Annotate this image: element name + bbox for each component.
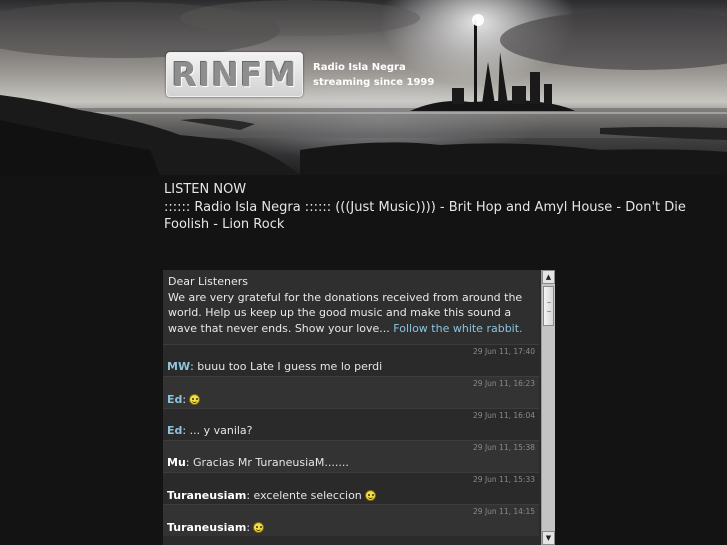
message-time: 29 Jun 11, 14:15: [473, 507, 535, 516]
message-time: 29 Jun 11, 15:33: [473, 475, 535, 484]
shoutbox-content: Dear Listeners We are very grateful for …: [163, 270, 539, 536]
message-text: Gracias Mr TuraneusiaM.......: [189, 456, 349, 469]
header-banner: RINFM Radio Isla Negra streaming since 1…: [0, 0, 727, 175]
message-author: Turaneusiam: [167, 489, 247, 502]
notice-greeting: Dear Listeners: [168, 275, 248, 288]
shoutbox-scrollbar[interactable]: ▲ ▼: [541, 270, 555, 545]
smiley-icon: [189, 394, 201, 405]
listen-now-heading[interactable]: LISTEN NOW: [164, 181, 694, 199]
message-item: 29 Jun 11, 17:40 MW: buuu too Late I gue…: [163, 344, 539, 376]
message-line: Turaneusiam:: [167, 520, 265, 534]
message-text: ... y vanila?: [186, 424, 253, 437]
message-author: Mu: [167, 456, 186, 469]
message-author[interactable]: Ed: [167, 393, 182, 406]
now-playing-text: :::::: Radio Isla Negra :::::: (((Just M…: [164, 199, 686, 233]
message-item: 29 Jun 11, 14:15 Turaneusiam:: [163, 504, 539, 536]
logo-text: RINFM: [171, 55, 298, 94]
arrow-up-icon[interactable]: ▲: [542, 270, 555, 284]
message-time: 29 Jun 11, 16:23: [473, 379, 535, 388]
message-time: 29 Jun 11, 15:38: [473, 443, 535, 452]
message-author[interactable]: MW: [167, 360, 190, 373]
scrollbar-thumb[interactable]: [543, 286, 554, 326]
listen-now-section: LISTEN NOW :::::: Radio Isla Negra :::::…: [164, 181, 694, 234]
message-item: 29 Jun 11, 15:33 Turaneusiam: excelente …: [163, 472, 539, 504]
shoutbox[interactable]: Dear Listeners We are very grateful for …: [163, 270, 555, 545]
message-line: Mu: Gracias Mr TuraneusiaM.......: [167, 456, 349, 469]
message-item: 29 Jun 11, 16:23 Ed:: [163, 376, 539, 408]
site-tagline: Radio Isla Negra streaming since 1999: [313, 60, 434, 90]
message-time: 29 Jun 11, 16:04: [473, 411, 535, 420]
author-separator: :: [182, 393, 187, 406]
message-line: Turaneusiam: excelente seleccion: [167, 488, 376, 502]
arrow-down-icon[interactable]: ▼: [542, 531, 555, 545]
message-author[interactable]: Ed: [167, 424, 182, 437]
message-line: MW: buuu too Late I guess me lo perdi: [167, 360, 382, 373]
message-text: buuu too Late I guess me lo perdi: [193, 360, 383, 373]
site-logo[interactable]: RINFM: [166, 52, 303, 97]
tagline-name: Radio Isla Negra: [313, 62, 406, 73]
tagline-since: streaming since 1999: [313, 77, 435, 88]
smiley-icon: [253, 522, 265, 533]
message-text: excelente seleccion: [250, 489, 362, 502]
white-rabbit-link[interactable]: Follow the white rabbit.: [393, 322, 522, 335]
smiley-icon: [364, 490, 376, 501]
message-time: 29 Jun 11, 17:40: [473, 347, 535, 356]
grip-icon: [547, 302, 551, 312]
message-list: 29 Jun 11, 17:40 MW: buuu too Late I gue…: [163, 344, 539, 536]
message-item: 29 Jun 11, 16:04 Ed: ... y vanila?: [163, 408, 539, 440]
message-line: Ed: ... y vanila?: [167, 424, 253, 437]
message-author: Turaneusiam: [167, 521, 247, 534]
author-separator: :: [246, 521, 251, 534]
donation-notice: Dear Listeners We are very grateful for …: [163, 270, 539, 344]
message-line: Ed:: [167, 392, 201, 406]
message-item: 29 Jun 11, 15:38 Mu: Gracias Mr Turaneus…: [163, 440, 539, 472]
